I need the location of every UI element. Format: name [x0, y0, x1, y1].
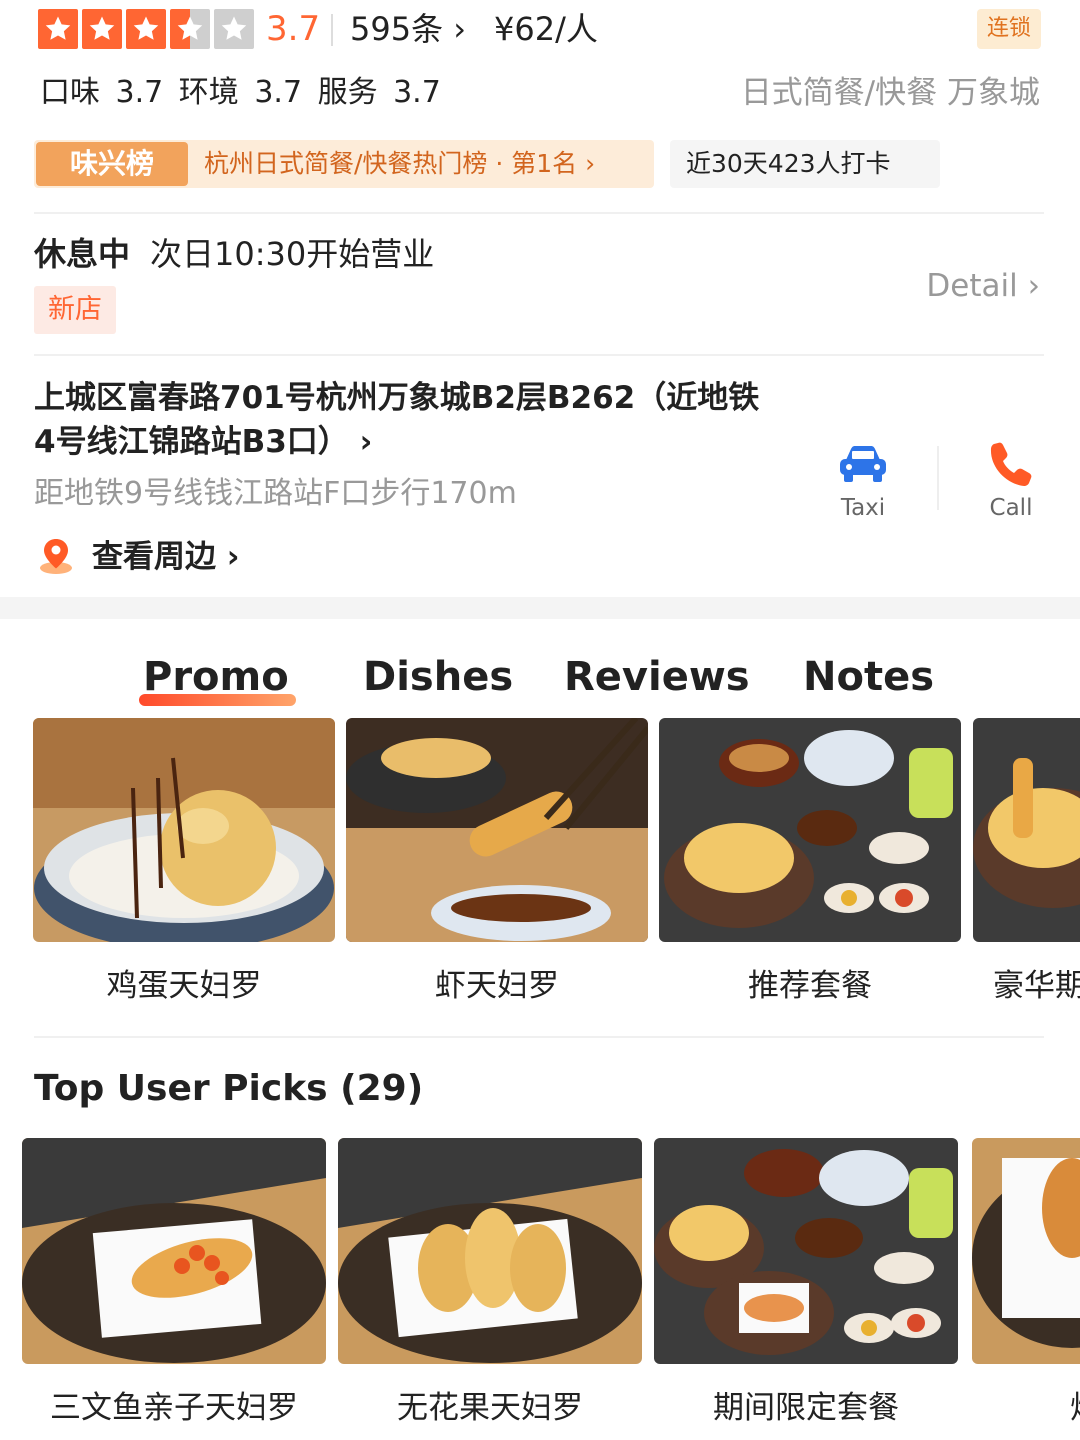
taxi-icon[interactable] [838, 444, 888, 484]
location-pin-icon [40, 539, 72, 574]
address: 上城区富春路701号杭州万象城B2层B262（近地铁4号线江锦路站B3口） [34, 380, 760, 460]
star-icon [82, 9, 122, 49]
price-per-person: ¥62/人 [494, 10, 598, 48]
dish-photo[interactable] [346, 718, 648, 942]
tab-reviews[interactable]: Reviews [564, 652, 750, 702]
category-area: 日式简餐/快餐 万象城 [740, 75, 1040, 111]
ranking-text: 杭州日式简餐/快餐热门榜 · 第1名 [204, 149, 578, 178]
review-count: 595条 [350, 10, 444, 48]
top-picks-title: Top User Picks (29) [34, 1068, 424, 1109]
half-star-icon [170, 9, 210, 49]
star-icon [38, 9, 78, 49]
dish-photo[interactable] [973, 718, 1080, 942]
subway-distance: 距地铁9号线钱江路站F口步行170m [34, 476, 517, 511]
dish-photo[interactable] [33, 718, 335, 942]
dish-photo[interactable] [659, 718, 961, 942]
section-gap [0, 597, 1080, 619]
pick-photo[interactable] [22, 1138, 326, 1364]
dish-name[interactable]: 推荐套餐 [659, 964, 961, 1008]
ranking-text-link[interactable]: 杭州日式简餐/快餐热门榜 · 第1名 › [204, 142, 595, 186]
ranking-logo: 味兴榜 [36, 142, 188, 186]
pick-name[interactable]: 炸 [1070, 1386, 1080, 1430]
dish-name[interactable]: 豪华期 [993, 964, 1080, 1008]
tab-notes[interactable]: Notes [803, 652, 934, 702]
pick-name[interactable]: 期间限定套餐 [654, 1386, 958, 1430]
chevron-right-icon: › [348, 424, 373, 460]
next-open-time: 次日10:30开始营业 [150, 235, 435, 273]
review-count-link[interactable]: 595条 › [350, 8, 466, 50]
checkin-count: 近30天423人打卡 [670, 140, 940, 188]
tab-dishes[interactable]: Dishes [363, 652, 513, 702]
sub-scores: 口味 3.7 环境 3.7 服务 3.7 [40, 75, 441, 110]
address-link[interactable]: 上城区富春路701号杭州万象城B2层B262（近地铁4号线江锦路站B3口） › [34, 376, 774, 464]
chevron-right-icon: › [216, 539, 240, 575]
dish-name[interactable]: 虾天妇罗 [346, 964, 648, 1008]
taxi-label[interactable]: Taxi [838, 492, 888, 524]
chevron-right-icon: › [577, 149, 596, 178]
chevron-right-icon: › [443, 10, 467, 48]
pick-name[interactable]: 无花果天妇罗 [338, 1386, 642, 1430]
chain-badge: 连锁 [977, 9, 1041, 49]
divider [331, 14, 333, 46]
open-status: 休息中 [34, 235, 131, 273]
rating-score: 3.7 [266, 9, 321, 49]
star-rating [38, 9, 254, 49]
detail-link[interactable]: Detail › [926, 264, 1040, 308]
pick-name[interactable]: 三文鱼亲子天妇罗 [22, 1386, 326, 1430]
view-nearby-label: 查看周边 [92, 539, 216, 575]
divider [34, 354, 1044, 356]
empty-star-icon [214, 9, 254, 49]
view-nearby-link[interactable]: 查看周边 › [92, 535, 240, 579]
call-label[interactable]: Call [982, 492, 1040, 524]
detail-label: Detail [926, 268, 1018, 304]
business-hours: 休息中 次日10:30开始营业 [34, 232, 434, 276]
pick-photo[interactable] [654, 1138, 958, 1364]
chevron-right-icon: › [1017, 268, 1040, 304]
divider [34, 212, 1044, 214]
star-icon [126, 9, 166, 49]
divider [34, 1036, 1044, 1038]
divider [937, 446, 939, 510]
pick-photo[interactable] [338, 1138, 642, 1364]
phone-icon[interactable] [988, 440, 1032, 486]
pick-photo[interactable] [972, 1138, 1080, 1364]
new-store-tag: 新店 [34, 286, 116, 334]
tab-promo[interactable]: Promo [143, 652, 289, 702]
dish-name[interactable]: 鸡蛋天妇罗 [33, 964, 335, 1008]
